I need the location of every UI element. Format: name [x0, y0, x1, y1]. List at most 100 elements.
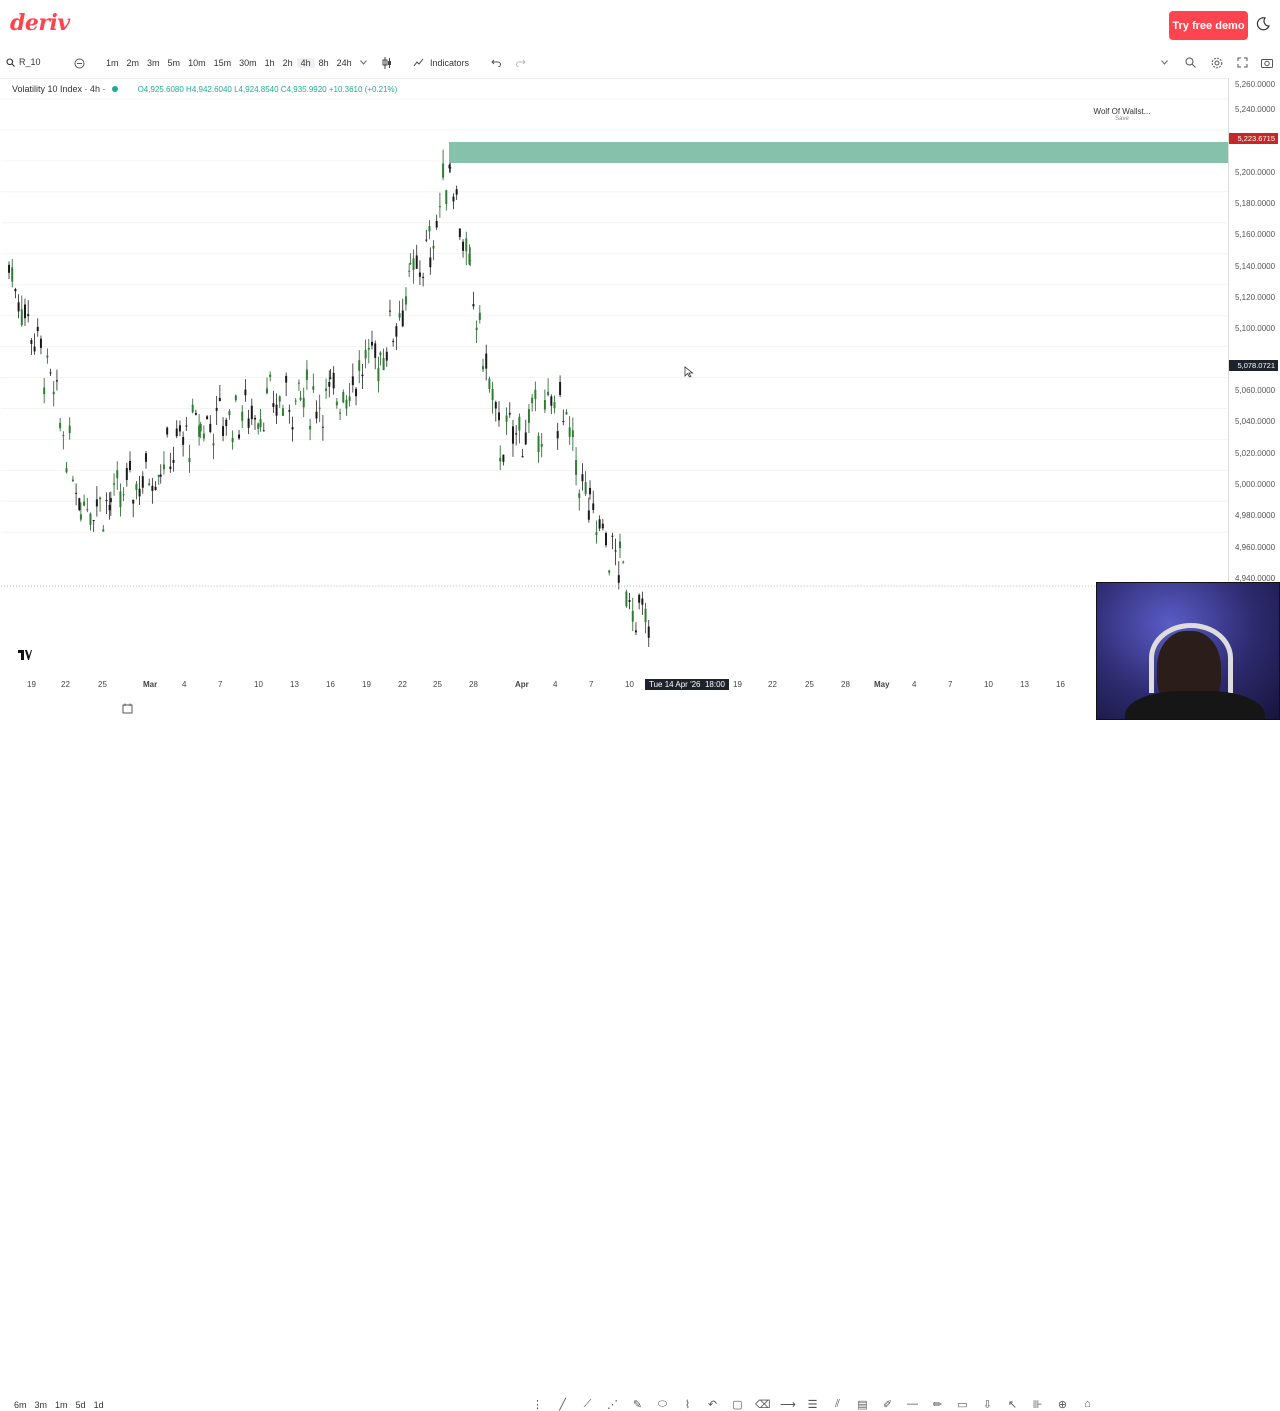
candle-body — [39, 338, 42, 348]
chevron-down-icon[interactable] — [1161, 60, 1168, 65]
price-tick-label: 5,180.0000 — [1235, 199, 1276, 208]
candle-body — [92, 520, 95, 522]
candle-body — [611, 535, 614, 537]
candle-body — [435, 221, 438, 228]
candle-body — [355, 388, 358, 397]
quick-search-icon[interactable] — [1185, 57, 1196, 68]
candle-body — [83, 501, 86, 506]
tradingview-logo[interactable] — [18, 650, 32, 663]
camera-screenshot-icon[interactable] — [1261, 57, 1273, 68]
indicators-button[interactable]: Indicators — [430, 58, 469, 68]
undo-icon[interactable] — [491, 59, 501, 67]
try-free-demo-button[interactable]: Try free demo — [1169, 11, 1248, 40]
candle-body — [199, 423, 202, 432]
horizontal-line-icon[interactable]: — — [905, 1398, 920, 1411]
candle-body — [527, 409, 530, 423]
arrow-down-icon[interactable]: ⇩ — [980, 1398, 995, 1411]
time-tick-label: 28 — [841, 680, 850, 689]
time-tick-label: 16 — [326, 680, 335, 689]
candle-body — [247, 418, 250, 428]
price-tick-label: 5,060.0000 — [1235, 386, 1276, 395]
range-5d[interactable]: 5d — [76, 1400, 86, 1410]
interval-1m[interactable]: 1m — [102, 58, 123, 68]
interval-15m[interactable]: 15m — [210, 58, 236, 68]
range-6m[interactable]: 6m — [14, 1400, 27, 1410]
pencil-icon[interactable]: ✏ — [930, 1398, 945, 1411]
interval-2h[interactable]: 2h — [279, 58, 297, 68]
interval-30m[interactable]: 30m — [235, 58, 261, 68]
range-1m[interactable]: 1m — [55, 1400, 68, 1410]
candle-body — [62, 434, 65, 436]
chart-type-icon[interactable] — [382, 57, 392, 69]
interval-8h[interactable]: 8h — [315, 58, 333, 68]
rectangle-icon[interactable]: ▢ — [730, 1398, 745, 1411]
cursor-icon[interactable]: ↖ — [1005, 1398, 1020, 1411]
chevron-down-icon[interactable] — [360, 60, 367, 65]
candle-body — [625, 591, 628, 607]
callout-icon[interactable]: ▭ — [955, 1398, 970, 1411]
moon-icon[interactable] — [1256, 17, 1270, 31]
candle-body — [540, 443, 543, 447]
grip-icon[interactable]: ⋮ — [530, 1398, 545, 1411]
candle-body — [55, 380, 58, 382]
interval-2m[interactable]: 2m — [123, 58, 144, 68]
pen-icon[interactable]: ✐ — [880, 1398, 895, 1411]
compare-add-icon[interactable] — [74, 58, 85, 69]
candle-body — [172, 460, 175, 463]
candle-body — [505, 415, 508, 422]
candle-body — [238, 434, 241, 439]
table-icon[interactable]: ▤ — [855, 1398, 870, 1411]
range-1d[interactable]: 1d — [94, 1400, 104, 1410]
pitchfork-icon[interactable]: ⋰ — [605, 1398, 620, 1411]
redo-icon[interactable] — [516, 59, 526, 67]
fib-icon[interactable]: ⟋ — [580, 1398, 595, 1411]
deriv-logo[interactable]: deriv — [10, 10, 70, 36]
candle-body — [409, 262, 412, 264]
trend-line-icon[interactable]: ╱ — [555, 1398, 570, 1411]
horizontal-ray-icon[interactable]: ⟶ — [780, 1398, 796, 1411]
price-chart[interactable] — [0, 78, 1228, 674]
fullscreen-icon[interactable] — [1237, 57, 1248, 68]
candle-body — [144, 453, 147, 462]
channel-icon[interactable]: ☰ — [805, 1398, 820, 1411]
supply-zone-rectangle[interactable] — [449, 142, 1228, 163]
price-tick-label: 5,140.0000 — [1235, 262, 1276, 271]
interval-5m[interactable]: 5m — [164, 58, 185, 68]
time-tick-label: 4 — [182, 680, 187, 689]
interval-1h[interactable]: 1h — [261, 58, 279, 68]
candle-body — [497, 412, 500, 421]
indicators-icon[interactable] — [413, 57, 424, 68]
curve-icon[interactable]: ↶ — [705, 1398, 720, 1411]
candle-body — [281, 408, 284, 416]
candle-body — [68, 425, 71, 433]
candle-body — [622, 561, 625, 563]
ellipse-icon[interactable]: ⬭ — [655, 1398, 670, 1411]
candle-body — [382, 357, 385, 371]
candle-body — [534, 389, 537, 400]
goto-date-icon[interactable] — [122, 703, 133, 714]
candle-body — [154, 486, 157, 491]
candle-body — [537, 435, 540, 453]
candle-body — [325, 388, 328, 391]
candle-body — [265, 388, 268, 394]
interval-10m[interactable]: 10m — [184, 58, 210, 68]
interval-24h[interactable]: 24h — [333, 58, 356, 68]
measure-icon[interactable]: ⊪ — [1030, 1398, 1045, 1411]
time-axis[interactable]: 19 22 25 Mar 4 7 10 13 16 19 22 25 28 Apr 4 7 10 19 22 25 28… — [0, 678, 1228, 692]
path-icon[interactable]: ⌇ — [680, 1398, 695, 1411]
crosshair-icon[interactable]: ⊕ — [1055, 1398, 1070, 1411]
candle-body — [469, 260, 472, 262]
parallel-icon[interactable]: ⫽ — [830, 1398, 845, 1411]
cursor-time: 18:00 — [704, 680, 725, 689]
eraser-icon[interactable]: ⌫ — [755, 1398, 771, 1411]
candle-body — [71, 479, 74, 482]
symbol-search[interactable]: R_10 — [6, 57, 41, 67]
interval-3m[interactable]: 3m — [143, 58, 164, 68]
home-icon[interactable]: ⌂ — [1080, 1398, 1095, 1411]
range-3m[interactable]: 3m — [35, 1400, 48, 1410]
settings-gear-icon[interactable] — [1211, 57, 1223, 69]
brush-icon[interactable]: ✎ — [630, 1398, 645, 1411]
candle-body — [222, 426, 225, 436]
time-tick-label: 7 — [218, 680, 223, 689]
interval-4h[interactable]: 4h — [296, 58, 315, 68]
